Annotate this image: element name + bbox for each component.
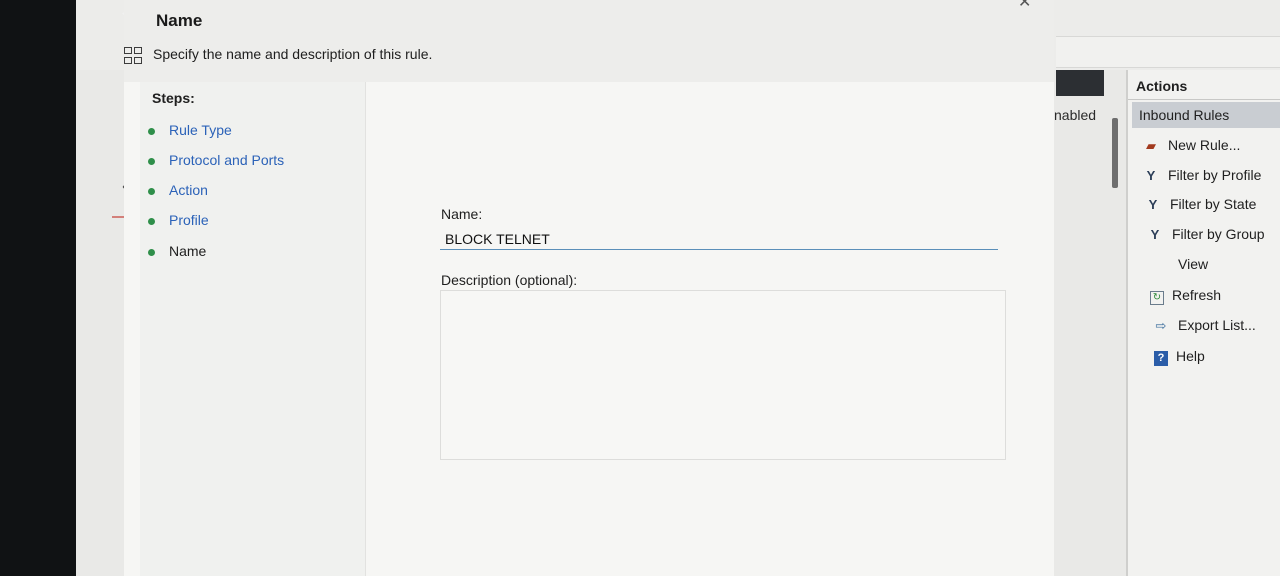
description-textarea[interactable] — [440, 290, 1006, 460]
action-filter-by-state[interactable]: Y Filter by State — [1144, 191, 1257, 217]
actions-group-inbound-rules[interactable]: Inbound Rules — [1132, 102, 1280, 128]
action-filter-by-group[interactable]: Y Filter by Group — [1146, 221, 1265, 247]
steps-title: Steps: — [152, 90, 195, 106]
background-column-header — [1056, 70, 1104, 96]
action-label: Filter by Profile — [1168, 167, 1262, 183]
filter-icon: Y — [1150, 227, 1160, 242]
step-protocol-and-ports[interactable]: Protocol and Ports — [148, 148, 284, 172]
background-scrollbar[interactable] — [1112, 118, 1118, 188]
action-refresh[interactable]: ↻ Refresh — [1150, 282, 1221, 308]
new-rule-wizard-dialog: Name Specify the name and description of… — [124, 0, 1054, 576]
background-menu-strip — [1056, 36, 1280, 68]
step-dot-icon — [148, 157, 155, 165]
description-field-label: Description (optional): — [441, 272, 578, 288]
help-icon: ? — [1154, 351, 1168, 366]
action-help[interactable]: ? Help — [1154, 343, 1205, 369]
step-dot-icon — [148, 217, 155, 225]
step-dot-icon — [148, 187, 155, 195]
grid-icon — [124, 46, 144, 66]
action-new-rule[interactable]: ▰ New Rule... — [1142, 132, 1240, 158]
wizard-body: Steps: Rule Type Protocol and Ports Acti… — [124, 82, 1054, 576]
export-icon: ⇨ — [1155, 318, 1167, 333]
name-field-label: Name: — [441, 206, 483, 222]
filter-icon: Y — [1148, 197, 1158, 212]
step-name: Name — [148, 239, 206, 263]
action-filter-by-profile[interactable]: Y Filter by Profile — [1142, 162, 1262, 188]
step-action[interactable]: Action — [148, 178, 208, 202]
refresh-icon: ↻ — [1150, 291, 1164, 305]
action-label: Filter by Group — [1172, 226, 1265, 242]
wizard-header: Name Specify the name and description of… — [124, 0, 1054, 82]
action-export-list[interactable]: ⇨ Export List... — [1152, 312, 1256, 338]
close-icon[interactable]: ✕ — [1018, 0, 1031, 12]
page-title: Name — [156, 11, 203, 30]
action-view[interactable]: View — [1178, 251, 1208, 277]
action-label: Filter by State — [1170, 196, 1257, 212]
step-dot-icon — [148, 248, 155, 256]
steps-panel: Steps: Rule Type Protocol and Ports Acti… — [140, 82, 366, 576]
page-subtitle: Specify the name and description of this… — [153, 46, 433, 62]
actions-header: Actions — [1128, 74, 1280, 100]
action-label: Help — [1176, 348, 1205, 364]
action-label: New Rule... — [1168, 137, 1241, 153]
rule-name-input[interactable] — [440, 228, 998, 250]
filter-icon: Y — [1146, 168, 1156, 183]
step-rule-type[interactable]: Rule Type — [148, 118, 232, 142]
action-label: Export List... — [1178, 317, 1256, 333]
step-profile[interactable]: Profile — [148, 208, 209, 232]
screen-bezel — [0, 0, 80, 576]
enabled-column-header: nabled — [1054, 107, 1097, 123]
actions-pane: Actions Inbound Rules ▰ New Rule... Y Filt… — [1128, 70, 1280, 576]
new-rule-icon: ▰ — [1146, 138, 1156, 153]
action-label: Refresh — [1172, 287, 1222, 303]
action-label: View — [1178, 256, 1209, 272]
step-dot-icon — [148, 127, 155, 135]
